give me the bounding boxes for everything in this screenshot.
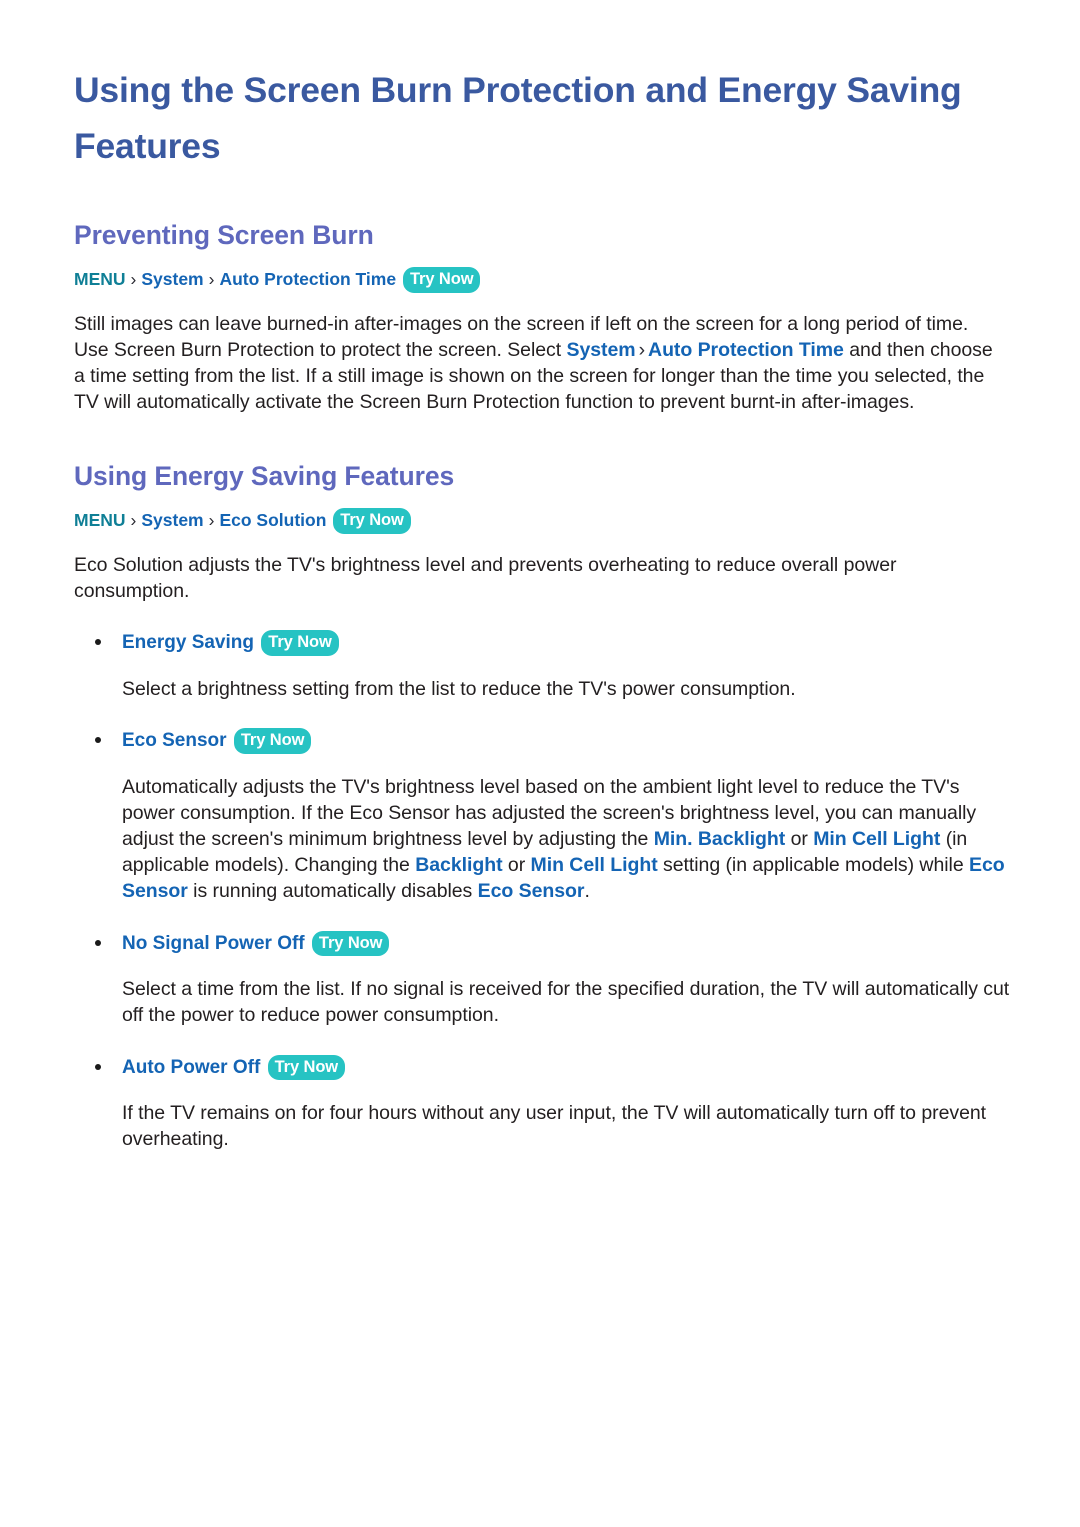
section-heading: Preventing Screen Burn [74,220,374,251]
feature-title: Auto Power Off Try Now [122,1054,1018,1080]
breadcrumb-separator-icon: › [130,510,137,531]
try-now-badge[interactable]: Try Now [261,630,339,656]
try-now-badge[interactable]: Try Now [267,1054,346,1080]
breadcrumb-menu-label[interactable]: MENU [74,269,126,289]
inline-link-auto-protection-time[interactable]: Auto Protection Time [648,339,844,361]
list-item: Energy Saving Try Now Select a brightnes… [74,630,1018,702]
breadcrumb-item-system[interactable]: System [141,269,203,289]
paragraph-text-part: setting (in applicable models) while [657,854,969,877]
breadcrumb-separator-icon: › [208,269,215,290]
feature-title: Energy Saving Try Now [122,630,1018,656]
title-spacer [74,174,1018,220]
paragraph-text-part: or [502,854,531,877]
list-item: Auto Power Off Try Now If the TV remains… [74,1054,1018,1153]
feature-title: No Signal Power Off Try Now [122,930,1018,957]
breadcrumb-menu-label[interactable]: MENU [74,510,126,530]
inline-link-min-cell-light[interactable]: Min Cell Light [531,854,658,876]
feature-description: If the TV remains on for four hours with… [122,1102,987,1151]
breadcrumb-separator-icon: › [208,510,215,531]
page-title: Using the Screen Burn Protection and Ene… [74,70,962,167]
feature-name-auto-power-off[interactable]: Auto Power Off [122,1057,260,1078]
breadcrumb-item-system[interactable]: System [141,510,203,530]
feature-description: Automatically adjusts the TV's brightnes… [122,774,1012,905]
breadcrumb-item-eco-solution[interactable]: Eco Solution [219,510,326,530]
feature-name-no-signal-power-off[interactable]: No Signal Power Off [122,933,305,954]
section-using-energy-saving-features: Using Energy Saving Features MENU › System… [74,461,1018,1152]
inline-link-system[interactable]: System [567,339,636,361]
document-page: Using the Screen Burn Protection and Ene… [0,0,1080,1527]
feature-name-energy-saving[interactable]: Energy Saving [122,632,254,653]
inline-link-min-backlight[interactable]: Min. Backlight [654,828,786,850]
try-now-badge[interactable]: Try Now [311,930,390,957]
section-intro-paragraph: Eco Solution adjusts the TV's brightness… [74,553,897,603]
paragraph-text-part: . [584,880,590,903]
list-item: No Signal Power Off Try Now Select a tim… [74,930,1018,1029]
try-now-badge[interactable]: Try Now [333,508,411,534]
feature-description: Select a brightness setting from the lis… [122,677,796,700]
try-now-badge[interactable]: Try Now [233,728,312,754]
inline-link-min-cell-light[interactable]: Min Cell Light [813,828,940,850]
section-preventing-screen-burn: Preventing Screen Burn MENU › System › Auto … [74,220,1018,415]
eco-solution-feature-list: Energy Saving Try Now Select a brightnes… [74,630,1018,1152]
section-paragraph: Still images can leave burned-in after-i… [74,311,999,416]
breadcrumb: MENU › System › Auto Protection Time Try Now [74,267,1018,293]
feature-description: Select a time from the list. If no signa… [122,978,1010,1027]
try-now-badge[interactable]: Try Now [402,267,481,293]
inline-link-backlight[interactable]: Backlight [415,854,502,876]
inline-link-eco-sensor[interactable]: Eco Sensor [478,880,585,902]
section-heading: Using Energy Saving Features [74,461,455,492]
feature-title: Eco Sensor Try Now [122,728,1018,754]
breadcrumb: MENU › System › Eco Solution Try Now [74,508,1018,534]
breadcrumb-separator-icon: › [130,269,137,290]
paragraph-text-part: or [785,827,814,850]
feature-name-eco-sensor[interactable]: Eco Sensor [122,730,227,751]
breadcrumb-item-auto-protection-time[interactable]: Auto Protection Time [219,269,396,289]
list-item: Eco Sensor Try Now Automatically adjusts… [74,728,1018,905]
paragraph-text-part: is running automatically disables [187,880,478,903]
inline-separator-icon: › [638,338,646,361]
